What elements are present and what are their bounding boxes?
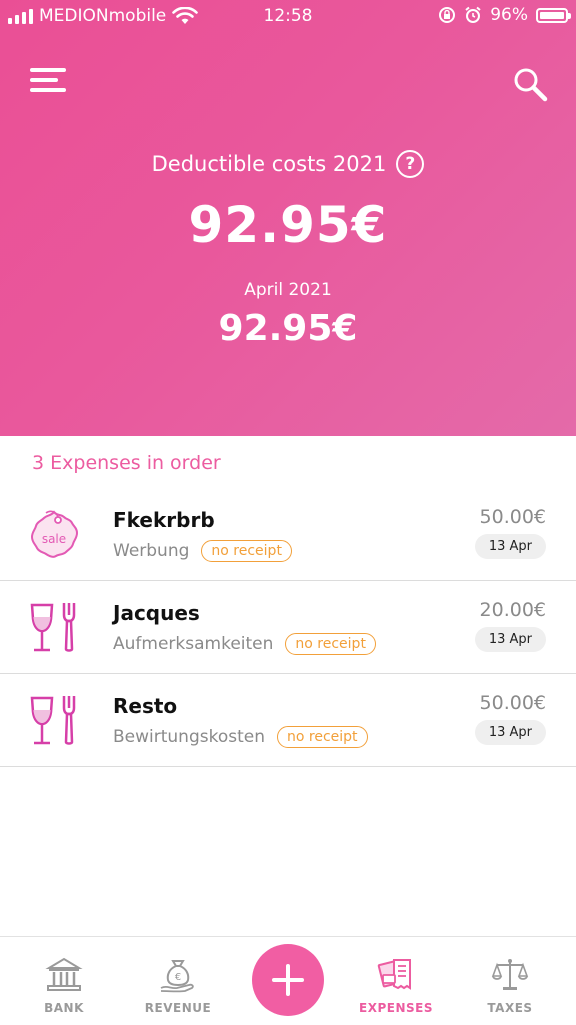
month-label: April 2021 (244, 280, 332, 300)
tab-revenue-label: REVENUE (144, 1001, 212, 1015)
expense-amount: 50.00€ (479, 692, 546, 714)
tab-expenses[interactable]: EXPENSES (346, 955, 446, 1015)
expense-category: Werbung no receipt (113, 540, 292, 562)
list-item[interactable]: Resto Bewirtungskosten no receipt 50.00€ … (0, 674, 576, 767)
alarm-icon (465, 6, 481, 23)
total-amount: 92.95€ (188, 196, 388, 254)
search-icon[interactable] (512, 66, 548, 102)
no-receipt-badge: no receipt (201, 540, 292, 562)
svg-text:€: € (175, 972, 181, 983)
expense-name: Jacques (113, 601, 200, 625)
no-receipt-badge: no receipt (285, 633, 376, 655)
expense-date-badge: 13 Apr (474, 534, 546, 559)
tab-bank-label: BANK (44, 1001, 84, 1015)
expense-category: Bewirtungskosten no receipt (113, 726, 368, 748)
expense-name: Resto (113, 694, 178, 718)
expense-date-badge: 13 Apr (474, 720, 546, 745)
tab-revenue[interactable]: € REVENUE (128, 955, 228, 1015)
expense-date-badge: 13 Apr (474, 627, 546, 652)
summary-label-text: Deductible costs 2021 (151, 152, 387, 176)
battery-icon (536, 7, 571, 23)
tab-expenses-label: EXPENSES (359, 1001, 433, 1015)
summary-label: Deductible costs 2021? (0, 150, 576, 178)
list-item[interactable]: sale Fkekrbrb Werbung no receipt 50.00€ 1… (0, 488, 576, 581)
expense-category-text: Aufmerksamkeiten (113, 634, 274, 654)
tab-taxes-label: TAXES (487, 1001, 533, 1015)
expense-amount: 50.00€ (479, 506, 546, 528)
tab-taxes[interactable]: TAXES (460, 955, 560, 1015)
expenses-section-title: 3 Expenses in order (32, 452, 221, 474)
expense-category-text: Werbung (113, 541, 190, 561)
tab-bank[interactable]: BANK (14, 955, 114, 1015)
status-bar: MEDIONmobile 12:58 96% (0, 0, 576, 34)
no-receipt-badge: no receipt (277, 726, 368, 748)
add-expense-button[interactable] (252, 944, 324, 1016)
battery-percent: 96% (490, 5, 528, 25)
expense-list: sale Fkekrbrb Werbung no receipt 50.00€ 1… (0, 488, 576, 767)
bank-icon (45, 957, 83, 991)
month-amount: 92.95€ (218, 308, 358, 349)
expense-category-text: Bewirtungskosten (113, 727, 265, 747)
wine-fork-icon (30, 696, 76, 745)
sale-tag-icon: sale (30, 510, 79, 558)
expense-category: Aufmerksamkeiten no receipt (113, 633, 376, 655)
help-icon[interactable]: ? (396, 150, 425, 178)
menu-icon[interactable] (30, 66, 68, 96)
expense-amount: 20.00€ (479, 599, 546, 621)
sale-tag-text: sale (42, 532, 66, 546)
orientation-lock-icon (439, 7, 456, 23)
wine-fork-icon (30, 603, 76, 652)
list-item[interactable]: Jacques Aufmerksamkeiten no receipt 20.00… (0, 581, 576, 674)
header: MEDIONmobile 12:58 96% Deductible costs … (0, 0, 576, 436)
expense-name: Fkekrbrb (113, 508, 215, 532)
scales-icon (491, 959, 529, 990)
money-bag-icon: € (160, 960, 194, 993)
receipts-icon (377, 959, 411, 990)
